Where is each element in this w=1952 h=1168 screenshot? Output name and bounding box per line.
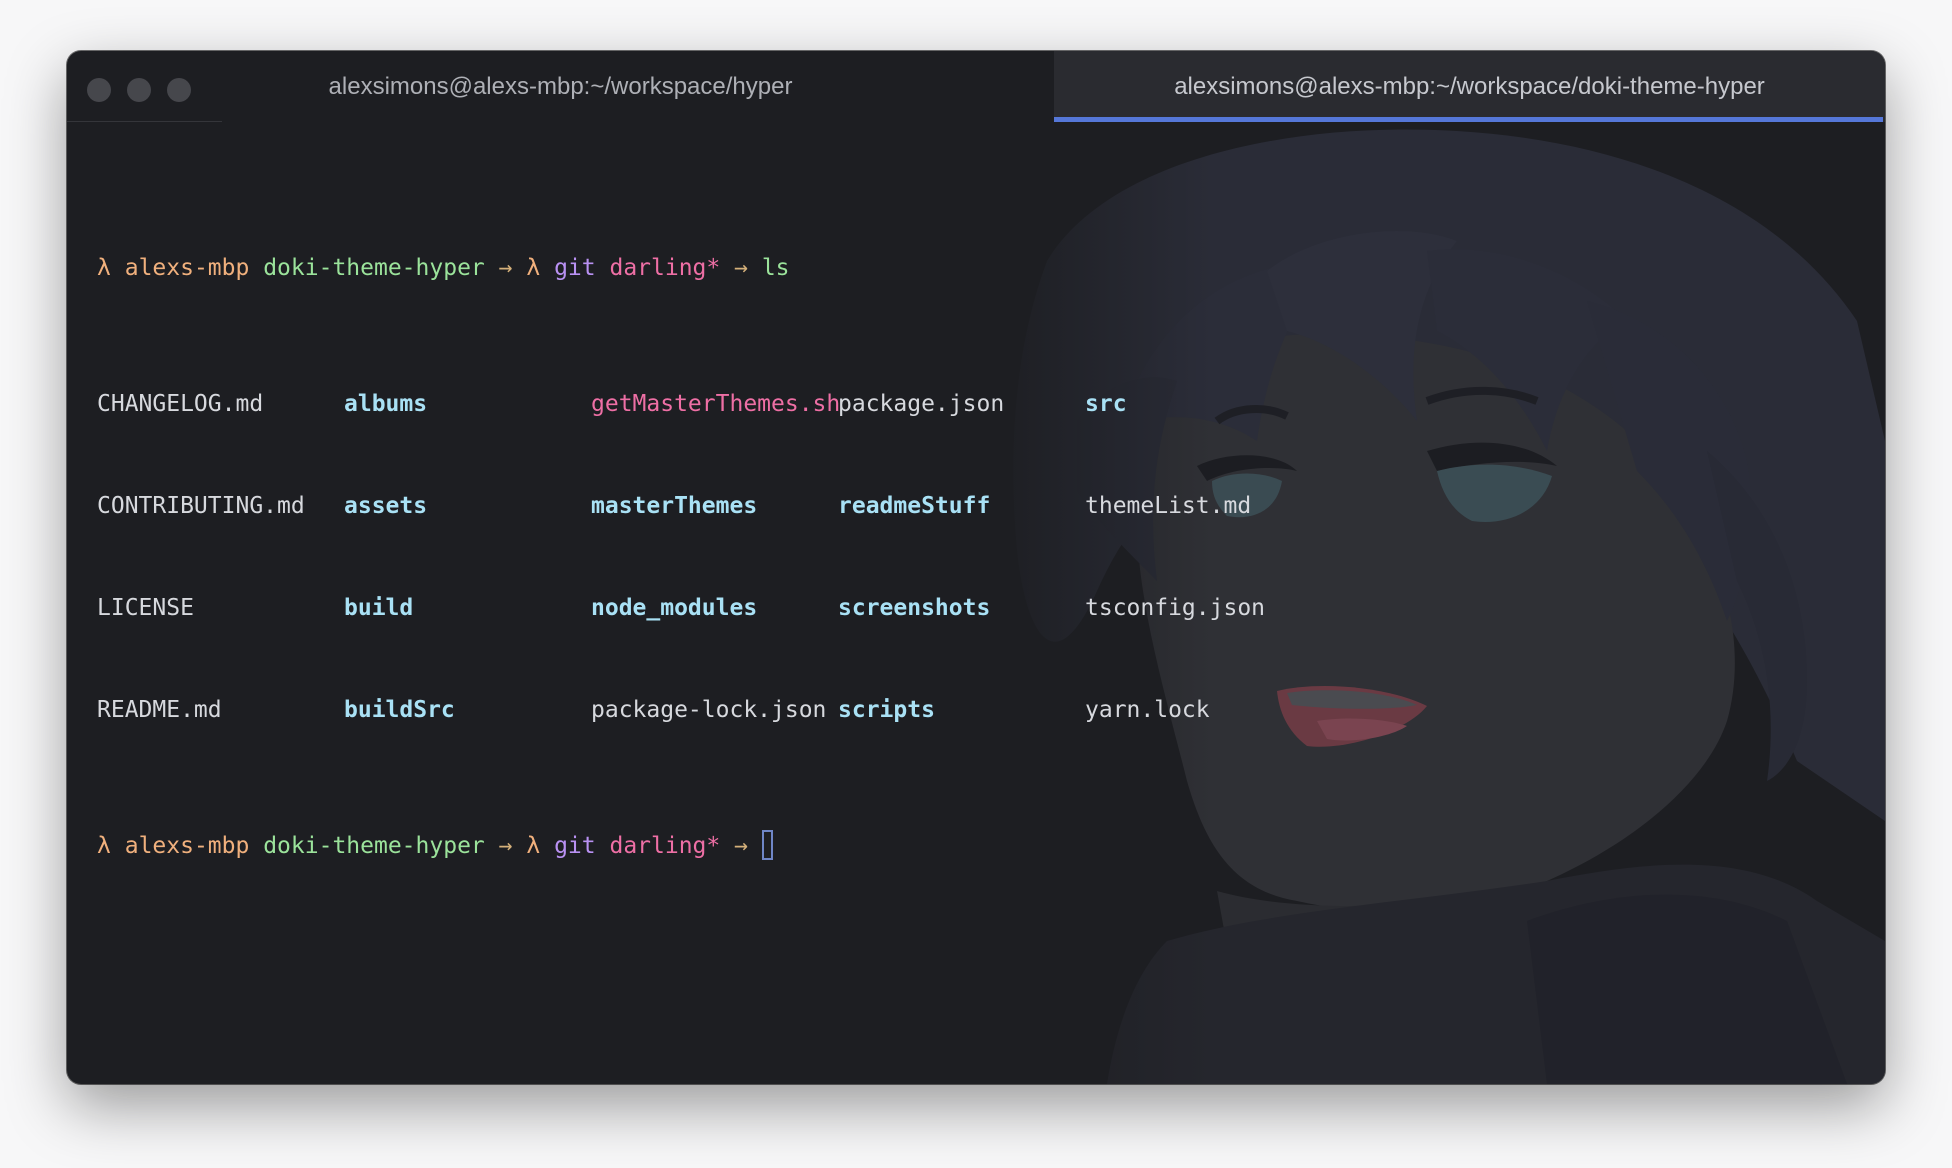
git-branch: darling* (609, 255, 721, 281)
tab-label: alexsimons@alexs-mbp:~/workspace/doki-th… (1174, 72, 1765, 100)
ls-row: CONTRIBUTING.md assets masterThemes read… (97, 489, 1251, 523)
terminal-output[interactable]: λ alexs-mbp doki-theme-hyper → λ git dar… (97, 149, 1265, 965)
ls-entry: masterThemes (591, 493, 758, 519)
ls-entry: LICENSE (97, 595, 194, 621)
lambda-symbol: λ (97, 255, 111, 281)
ls-row: README.md buildSrc package-lock.json scr… (97, 693, 1210, 727)
prompt-line: λ alexs-mbp doki-theme-hyper → λ git dar… (97, 251, 790, 285)
ls-entry: yarn.lock (1085, 697, 1210, 723)
ls-entry: package.json (838, 391, 1005, 417)
tab-label: alexsimons@alexs-mbp:~/workspace/hyper (328, 72, 793, 100)
tab-bar: alexsimons@alexs-mbp:~/workspace/hyper a… (67, 51, 1885, 122)
prompt-arrow: → (734, 255, 748, 281)
tab-divider (67, 121, 222, 122)
ls-entry: src (1085, 391, 1127, 417)
prompt-host: alexs-mbp (124, 255, 250, 281)
text-cursor[interactable] (761, 830, 773, 860)
ls-entry: tsconfig.json (1085, 595, 1266, 621)
prompt-directory: doki-theme-hyper (263, 833, 485, 859)
prompt-arrow: → (734, 833, 748, 859)
ls-entry: build (344, 595, 414, 621)
terminal-window: alexsimons@alexs-mbp:~/workspace/hyper a… (67, 51, 1885, 1084)
tab-doki-theme-hyper[interactable]: alexsimons@alexs-mbp:~/workspace/doki-th… (1054, 51, 1885, 122)
active-tab-indicator (1054, 117, 1883, 122)
git-label: git (554, 833, 596, 859)
ls-entry: screenshots (838, 595, 991, 621)
ls-entry: scripts (838, 697, 935, 723)
ls-entry: CHANGELOG.md (97, 391, 264, 417)
tab-hyper[interactable]: alexsimons@alexs-mbp:~/workspace/hyper (67, 51, 1054, 122)
ls-entry: buildSrc (344, 697, 455, 723)
ls-entry: themeList.md (1085, 493, 1252, 519)
ls-entry: README.md (97, 697, 222, 723)
prompt-arrow: → (498, 255, 513, 281)
lambda-symbol: λ (526, 255, 541, 281)
git-branch: darling* (609, 833, 721, 859)
ls-entry: CONTRIBUTING.md (97, 493, 305, 519)
ls-entry: getMasterThemes.sh (591, 391, 841, 417)
ls-row: LICENSE build node_modules screenshots t… (97, 591, 1265, 625)
git-label: git (554, 255, 596, 281)
ls-entry: package-lock.json (591, 697, 827, 723)
prompt-arrow: → (498, 833, 513, 859)
lambda-symbol: λ (526, 833, 541, 859)
prompt-directory: doki-theme-hyper (263, 255, 485, 281)
ls-entry: albums (344, 391, 428, 417)
prompt-line: λ alexs-mbp doki-theme-hyper → λ git dar… (97, 829, 790, 863)
ls-entry: assets (344, 493, 428, 519)
ls-row: CHANGELOG.md albums getMasterThemes.sh p… (97, 387, 1127, 421)
command-text: ls (761, 255, 790, 281)
ls-entry: readmeStuff (838, 493, 991, 519)
ls-entry: node_modules (591, 595, 758, 621)
